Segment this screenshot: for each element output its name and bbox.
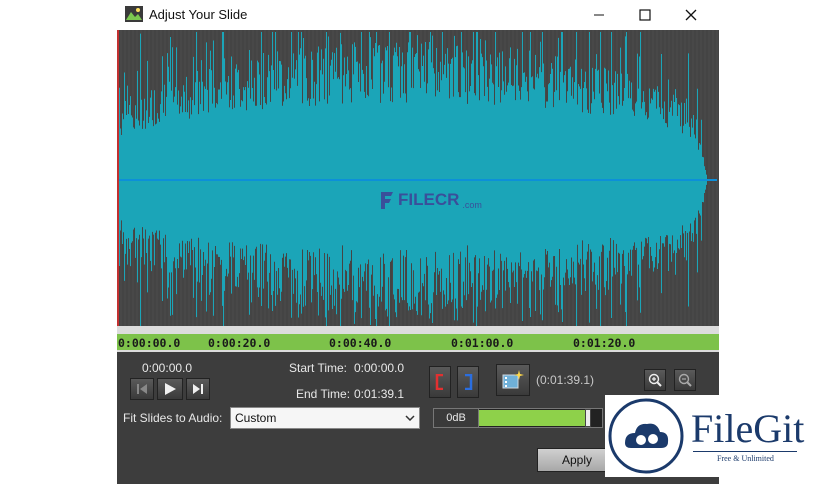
timeline-ruler[interactable]: 0:00:00.0 0:00:20.0 0:00:40.0 0:01:00.0 … — [117, 326, 719, 352]
duration-value: (0:01:39.1) — [536, 373, 595, 387]
volume-fill — [479, 410, 588, 426]
zoom-in-button[interactable] — [644, 369, 666, 391]
skip-to-end-button[interactable] — [186, 378, 210, 400]
fit-slides-select[interactable]: Custom — [230, 407, 420, 429]
zoom-out-icon — [678, 373, 692, 387]
maximize-icon — [639, 9, 651, 21]
start-time-label: Start Time: — [289, 361, 348, 375]
watermark-text: FILECR — [398, 190, 460, 209]
maximize-button[interactable] — [622, 0, 668, 30]
chevron-down-icon — [405, 415, 415, 421]
timeline-label: 0:01:20.0 — [573, 336, 636, 350]
timeline-label: 0:00:40.0 — [329, 336, 392, 350]
timeline-label: 0:01:00.0 — [451, 336, 514, 350]
filegit-logo: FileGit Free & Unlimited — [605, 395, 823, 477]
volume-thumb[interactable] — [585, 409, 591, 427]
play-button[interactable] — [157, 378, 183, 400]
close-button[interactable] — [668, 0, 714, 30]
bracket-right-icon — [465, 374, 473, 390]
cloud-logo-icon — [608, 398, 684, 474]
minimize-icon — [594, 14, 604, 16]
play-icon — [165, 383, 176, 395]
timeline-label: 0:00:00.0 — [118, 336, 181, 350]
end-time-value: 0:01:39.1 — [354, 387, 405, 401]
app-icon — [125, 6, 143, 22]
volume-slider[interactable]: 0dB — [433, 408, 603, 428]
end-time-label: End Time: — [296, 387, 351, 401]
film-sparkle-icon — [502, 370, 524, 389]
brand-divider — [693, 451, 797, 452]
slide-transition-button[interactable] — [496, 364, 530, 396]
timeline-label: 0:00:20.0 — [208, 336, 271, 350]
audio-waveform[interactable]: FILECR .com — [116, 30, 719, 336]
fit-slides-label: Fit Slides to Audio: — [123, 411, 223, 425]
filecr-logo-icon — [381, 192, 393, 209]
brand-name: FileGit — [691, 406, 805, 451]
watermark: FILECR .com — [379, 190, 482, 210]
skip-to-start-button[interactable] — [130, 378, 154, 400]
set-end-button[interactable] — [457, 366, 479, 398]
minimize-button[interactable] — [576, 0, 622, 30]
skip-back-icon — [137, 384, 147, 394]
waveform-graphic — [116, 30, 718, 336]
fit-slides-value: Custom — [235, 411, 277, 425]
window-title: Adjust Your Slide — [149, 7, 248, 22]
skip-forward-icon — [193, 384, 203, 394]
zoom-out-button[interactable] — [674, 369, 696, 391]
watermark-suffix: .com — [462, 200, 482, 210]
brand-tagline: Free & Unlimited — [717, 454, 774, 463]
start-time-value: 0:00:00.0 — [354, 361, 405, 375]
set-start-button[interactable] — [429, 366, 451, 398]
zoom-in-icon — [648, 373, 662, 387]
dropdown-button[interactable] — [401, 408, 419, 428]
bracket-left-icon — [435, 374, 443, 390]
playback-position: 0:00:00.0 — [142, 361, 193, 375]
title-bar: Adjust Your Slide — [117, 0, 719, 30]
close-icon — [685, 9, 697, 21]
volume-label: 0dB — [434, 409, 479, 427]
